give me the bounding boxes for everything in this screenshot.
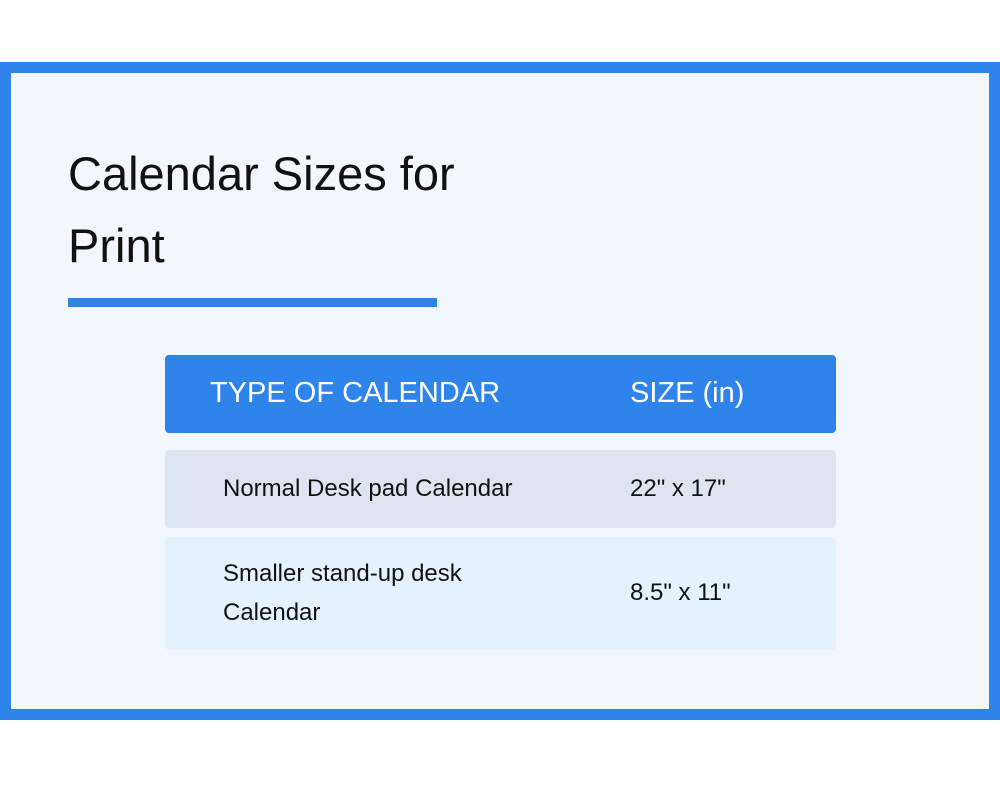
cell-size: 22" x 17" (630, 475, 726, 502)
cell-size: 8.5" x 11" (630, 579, 731, 606)
page-title: Calendar Sizes for Print (68, 147, 455, 272)
cell-type: Smaller stand-up desk Calendar (223, 560, 462, 626)
header-type: TYPE OF CALENDAR (210, 377, 501, 409)
title-underline (68, 298, 437, 307)
table-header: TYPE OF CALENDAR SIZE (in) (165, 355, 836, 433)
header-size: SIZE (in) (630, 377, 745, 409)
cell-type: Normal Desk pad Calendar (223, 475, 513, 502)
table-row: Normal Desk pad Calendar 22" x 17" (165, 450, 836, 528)
table-row: Smaller stand-up desk Calendar 8.5" x 11… (165, 537, 836, 650)
calendar-sizes-table: TYPE OF CALENDAR SIZE (in) Normal Desk p… (165, 355, 836, 650)
